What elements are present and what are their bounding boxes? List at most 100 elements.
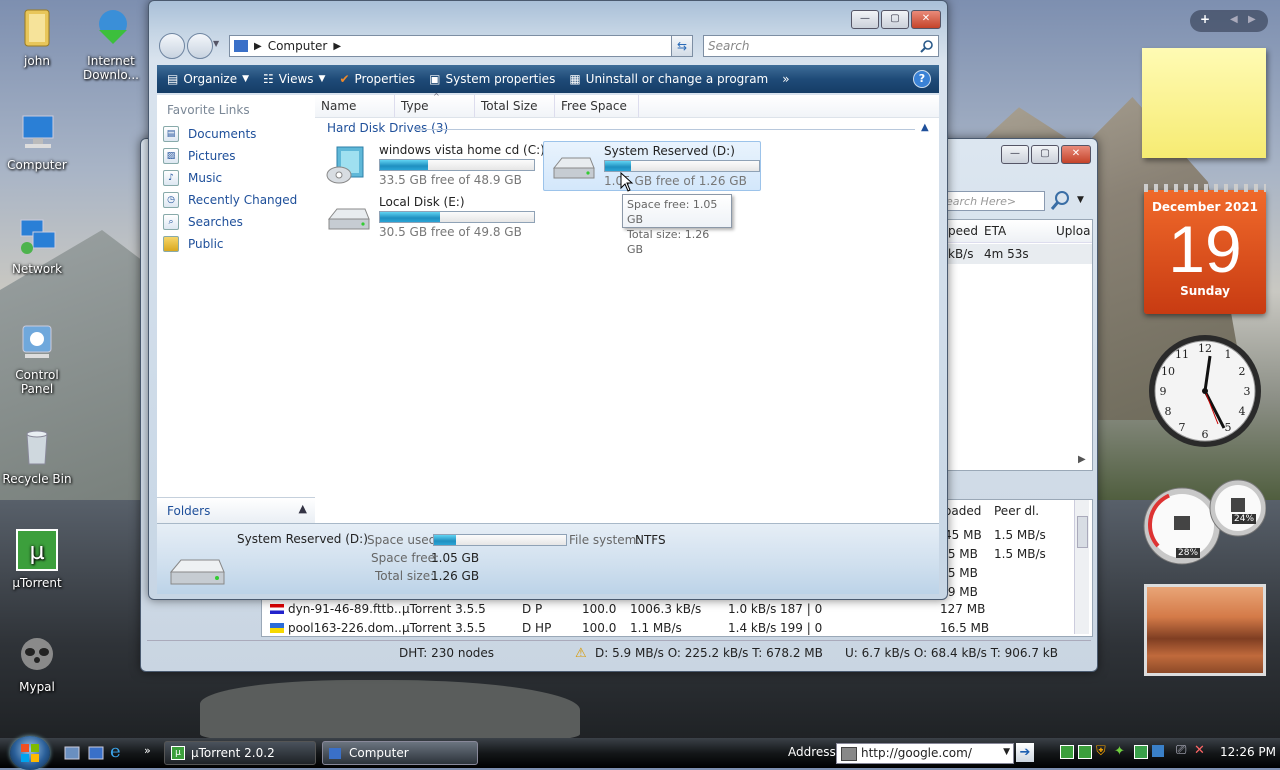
scrollbar-thumb[interactable] [1077,516,1088,548]
notes-gadget[interactable] [1142,48,1266,158]
chevron-down-icon[interactable]: ▼ [1003,747,1010,757]
drive-d[interactable]: System Reserved (D:) 1.05 GB free of 1.2… [543,141,761,191]
folders-toggle[interactable]: Folders ▲ [157,497,315,524]
breadcrumb-arrow-icon[interactable]: ▶ [254,41,262,52]
explorer-window[interactable]: — ▢ ✕ ▼ ▶ Computer ▶ ▼ ⇆ Search ▤Organiz… [148,0,948,600]
desktop-icon-mypal[interactable]: Mypal [0,632,74,694]
start-button[interactable] [10,736,50,770]
collapse-group-icon[interactable]: ▲ [921,122,929,133]
col-peer-dl[interactable]: Peer dl. [994,504,1039,518]
desktop-icon-recycle-bin[interactable]: Recycle Bin [0,424,74,486]
vertical-scrollbar[interactable] [1074,500,1089,634]
nav-link-documents[interactable]: ▤ Documents [157,123,315,145]
network-tray-icon[interactable] [1152,745,1164,757]
system-properties-button[interactable]: ▣ System properties [429,72,555,86]
col-upload[interactable]: Uploa [1056,224,1090,238]
close-button[interactable]: ✕ [911,10,941,29]
utorrent-search-input[interactable]: earch Here> [941,191,1045,211]
chevron-down-icon[interactable]: ▼ [1077,195,1084,205]
nav-link-public[interactable]: Public [157,233,315,255]
volume-muted-icon[interactable]: ✕ [1194,743,1205,758]
network-status-icon[interactable]: ⎚ [1176,743,1186,758]
recently-changed-icon: ◷ [163,192,179,208]
music-icon: ♪ [163,170,179,186]
cpu-percent: 28% [1176,548,1201,558]
quick-launch-more-icon[interactable]: » [144,744,151,757]
app-tray-icon-2[interactable] [1134,745,1148,759]
help-icon[interactable]: ? [913,70,931,88]
nav-link-pictures[interactable]: ▨ Pictures [157,145,315,167]
svg-text:7: 7 [1179,421,1186,434]
col-speed[interactable]: peed [948,224,978,238]
nav-link-recently-changed[interactable]: ◷ Recently Changed [157,189,315,211]
uninstall-program-button[interactable]: ▦ Uninstall or change a program [569,72,768,86]
svg-text:6: 6 [1202,428,1209,441]
taskbar-address-input[interactable]: http://google.com/ ▼ [836,743,1014,764]
taskbar-button-utorrent[interactable]: µ µTorrent 2.0.2 [164,741,316,765]
views-button[interactable]: ☷ Views ▼ [263,72,325,86]
taskbar-clock[interactable]: 12:26 PM [1220,745,1276,759]
go-arrow-icon[interactable]: ➔ [1016,743,1034,762]
search-icon[interactable] [920,39,934,53]
address-bar[interactable]: ▶ Computer ▶ ▼ [229,35,689,57]
recent-pages-chevron-icon[interactable]: ▼ [213,39,219,48]
torrent-list[interactable]: peed ETA Uploa kB/s 4m 53s ▶ [947,219,1093,471]
desktop-icon-network[interactable]: Network [0,214,74,276]
internet-explorer-icon[interactable]: e [110,741,121,762]
properties-button[interactable]: ✔ Properties [339,72,415,86]
drive-c[interactable]: windows vista home cd (C:) 33.5 GB free … [319,141,545,189]
warning-icon[interactable]: ⚠ [575,646,587,661]
table-row[interactable]: dyn-91-46-89.fttb... µTorrent 3.5.5 D P … [262,600,1072,619]
content-pane[interactable]: Name Type ^ Total Size Free Space Hard D… [315,92,939,523]
add-gadget-icon[interactable]: + [1200,12,1210,26]
more-commands-button[interactable]: » [782,72,789,86]
idm-tray-icon[interactable]: ✦ [1114,744,1125,759]
utorrent-minimize-button[interactable]: — [1001,145,1029,164]
calendar-gadget[interactable]: December 2021 19 Sunday [1144,184,1266,314]
column-name[interactable]: Name [315,95,395,117]
show-desktop-icon[interactable] [64,746,80,760]
breadcrumb-arrow-icon[interactable]: ▶ [333,41,341,52]
nav-link-music[interactable]: ♪ Music [157,167,315,189]
scroll-right-icon[interactable]: ▶ [1078,454,1086,465]
app-tray-icon[interactable] [1078,745,1092,759]
chevron-up-icon[interactable]: ▲ [299,502,307,515]
table-row[interactable]: pool163-226.dom... µTorrent 3.5.5 D HP 1… [262,619,1072,638]
col-downloaded[interactable]: oaded [944,504,981,518]
memory-percent: 24% [1232,514,1257,524]
desktop-icon-utorrent[interactable]: µ µTorrent [0,528,74,590]
desktop-icon-control-panel[interactable]: Control Panel [0,320,74,396]
wallpaper-rock [200,680,580,740]
security-shield-tray-icon[interactable]: ⛨ [1096,744,1106,759]
desktop-icon-computer[interactable]: Computer [0,110,74,172]
minimize-button[interactable]: — [851,10,879,29]
next-icon[interactable]: ▶ [1248,14,1256,25]
drive-e[interactable]: Local Disk (E:) 30.5 GB free of 49.8 GB [319,193,535,241]
refresh-icon[interactable]: ⇆ [671,35,693,57]
forward-button[interactable] [187,33,213,59]
column-free-space[interactable]: Free Space [555,95,639,117]
switch-windows-icon[interactable] [88,746,104,760]
slideshow-gadget[interactable] [1144,584,1266,676]
organize-button[interactable]: ▤ Organize ▼ [167,72,249,86]
taskbar-button-computer[interactable]: Computer [322,741,478,765]
clock-gadget[interactable]: 12 12 3 45 6 7 8 9 1011 [1146,332,1264,450]
previous-icon[interactable]: ◀ [1230,14,1238,25]
desktop-icon-john[interactable]: john [0,6,74,68]
column-total-size[interactable]: Total Size [475,95,555,117]
cpu-meter-gadget[interactable]: 28% 24% [1142,476,1267,566]
utorrent-close-button[interactable]: ✕ [1061,145,1091,164]
utorrent-maximize-button[interactable]: ▢ [1031,145,1059,164]
col-eta[interactable]: ETA [984,224,1006,238]
calendar-weekday: Sunday [1180,284,1230,298]
search-input[interactable]: Search [703,35,939,57]
utorrent-tray-icon[interactable] [1060,745,1074,759]
command-bar: ▤ Organize ▼ ☷ Views ▼ ✔ Properties ▣ System p… [157,65,939,93]
group-header-hard-disks[interactable]: Hard Disk Drives (3) [327,121,448,135]
search-icon[interactable] [1049,189,1073,213]
maximize-button[interactable]: ▢ [881,10,909,29]
back-button[interactable] [159,33,185,59]
breadcrumb-computer[interactable]: Computer [268,39,328,53]
nav-link-searches[interactable]: ⌕ Searches [157,211,315,233]
desktop-icon-internet-download-manager[interactable]: Internet Downlo... [74,6,148,82]
